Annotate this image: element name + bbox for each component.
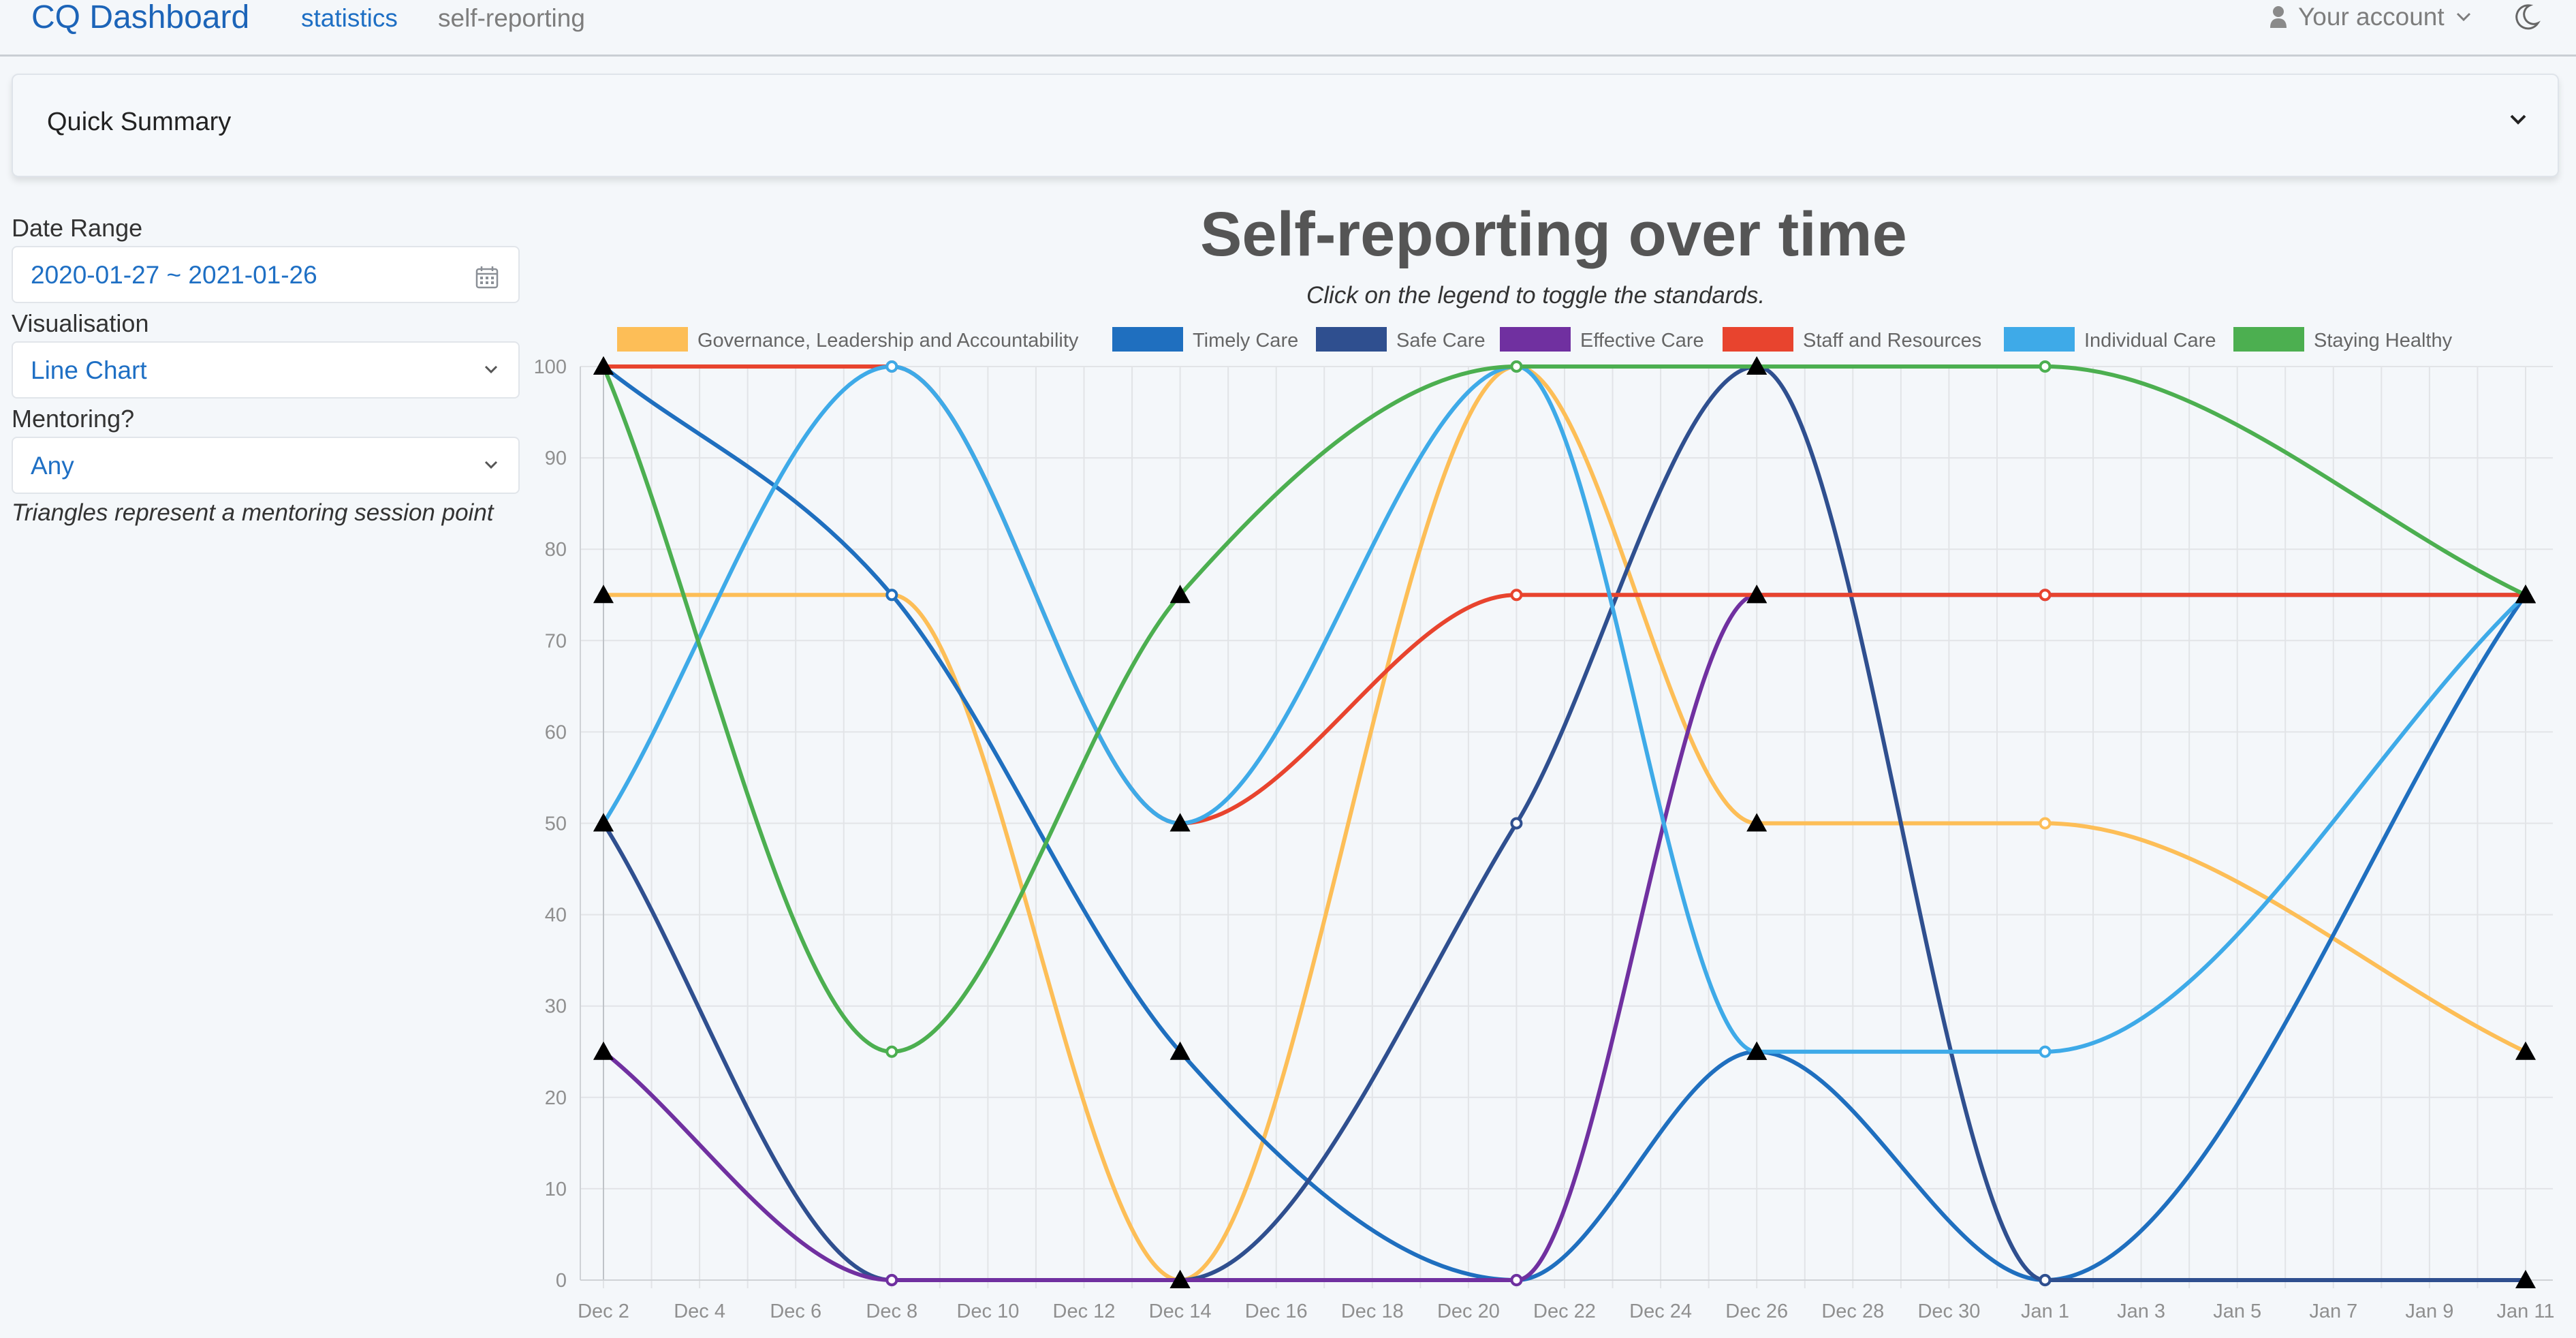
x-tick-label: Dec 12 — [1053, 1301, 1116, 1322]
legend-item[interactable]: Governance, Leadership and Accountabilit… — [617, 327, 1079, 352]
y-tick-label: 70 — [545, 630, 567, 652]
x-tick-label: Dec 18 — [1341, 1301, 1404, 1322]
legend-swatch — [1112, 327, 1183, 352]
legend-swatch — [2004, 327, 2075, 352]
legend-item[interactable]: Effective Care — [1500, 327, 1704, 352]
data-point-marker[interactable] — [1510, 1274, 1523, 1286]
data-point-marker[interactable] — [2039, 817, 2052, 830]
legend-item[interactable]: Individual Care — [2004, 327, 2216, 352]
data-point-marker[interactable] — [885, 360, 898, 373]
x-tick-label: Dec 16 — [1245, 1301, 1308, 1322]
legend-label: Governance, Leadership and Accountabilit… — [697, 330, 1079, 352]
legend-label: Effective Care — [1580, 330, 1704, 352]
y-tick-label: 0 — [556, 1270, 567, 1292]
grid-lines — [580, 366, 2553, 1288]
legend-swatch — [1500, 327, 1571, 352]
x-tick-label: Dec 2 — [578, 1301, 629, 1322]
legend-swatch — [2233, 327, 2304, 352]
legend-item[interactable]: Staying Healthy — [2233, 327, 2453, 352]
x-tick-label: Jan 3 — [2117, 1301, 2165, 1322]
x-tick-label: Dec 30 — [1917, 1301, 1980, 1322]
y-tick-label: 20 — [545, 1087, 567, 1109]
legend-item[interactable]: Safe Care — [1316, 327, 1486, 352]
x-tick-label: Dec 28 — [1821, 1301, 1884, 1322]
y-tick-label: 10 — [545, 1179, 567, 1200]
x-tick-label: Dec 26 — [1725, 1301, 1788, 1322]
data-point-marker[interactable] — [1510, 360, 1523, 373]
x-tick-label: Jan 11 — [2497, 1301, 2555, 1322]
legend-label: Staff and Resources — [1803, 330, 1981, 352]
legend-label: Staying Healthy — [2314, 330, 2453, 352]
data-point-marker[interactable] — [2039, 589, 2052, 602]
x-tick-label: Jan 9 — [2405, 1301, 2453, 1322]
mentoring-triangle-marker[interactable] — [2515, 1041, 2536, 1060]
y-tick-label: 100 — [534, 356, 567, 378]
x-tick-label: Dec 10 — [956, 1301, 1019, 1322]
legend-label: Safe Care — [1396, 330, 1486, 352]
data-point-marker[interactable] — [885, 1045, 898, 1058]
x-tick-label: Dec 6 — [770, 1301, 821, 1322]
y-tick-label: 60 — [545, 721, 567, 743]
legend-label: Individual Care — [2084, 330, 2216, 352]
legend-swatch — [1316, 327, 1387, 352]
legend-swatch — [617, 327, 688, 352]
x-tick-label: Jan 1 — [2021, 1301, 2069, 1322]
legend-swatch — [1723, 327, 1793, 352]
data-point-marker[interactable] — [2039, 360, 2052, 373]
x-tick-label: Jan 7 — [2309, 1301, 2357, 1322]
x-tick-label: Dec 4 — [674, 1301, 725, 1322]
y-tick-label: 30 — [545, 996, 567, 1018]
mentoring-triangle-marker[interactable] — [593, 1041, 614, 1060]
legend-item[interactable]: Staff and Resources — [1723, 327, 1981, 352]
data-point-marker[interactable] — [885, 1274, 898, 1286]
x-tick-label: Dec 8 — [866, 1301, 917, 1322]
legend-label: Timely Care — [1193, 330, 1298, 352]
data-point-marker[interactable] — [2039, 1045, 2052, 1058]
x-tick-label: Dec 24 — [1629, 1301, 1692, 1322]
data-point-marker[interactable] — [1510, 817, 1523, 830]
y-tick-label: 90 — [545, 448, 567, 469]
mentoring-triangle-marker[interactable] — [593, 813, 614, 832]
legend-item[interactable]: Timely Care — [1112, 327, 1298, 352]
x-tick-label: Dec 20 — [1437, 1301, 1500, 1322]
data-point-marker[interactable] — [885, 589, 898, 602]
x-tick-label: Dec 14 — [1149, 1301, 1212, 1322]
x-tick-label: Jan 5 — [2213, 1301, 2261, 1322]
x-tick-label: Dec 22 — [1533, 1301, 1596, 1322]
y-tick-label: 40 — [545, 905, 567, 927]
y-tick-label: 50 — [545, 813, 567, 835]
y-tick-label: 80 — [545, 539, 567, 561]
line-chart: 0 10 20 30 40 50 60 70 80 90 100 Dec 2 Dec 4 Dec 6 Dec… — [534, 327, 2555, 1322]
data-point-marker[interactable] — [1510, 589, 1523, 602]
data-point-marker[interactable] — [2039, 1274, 2052, 1286]
